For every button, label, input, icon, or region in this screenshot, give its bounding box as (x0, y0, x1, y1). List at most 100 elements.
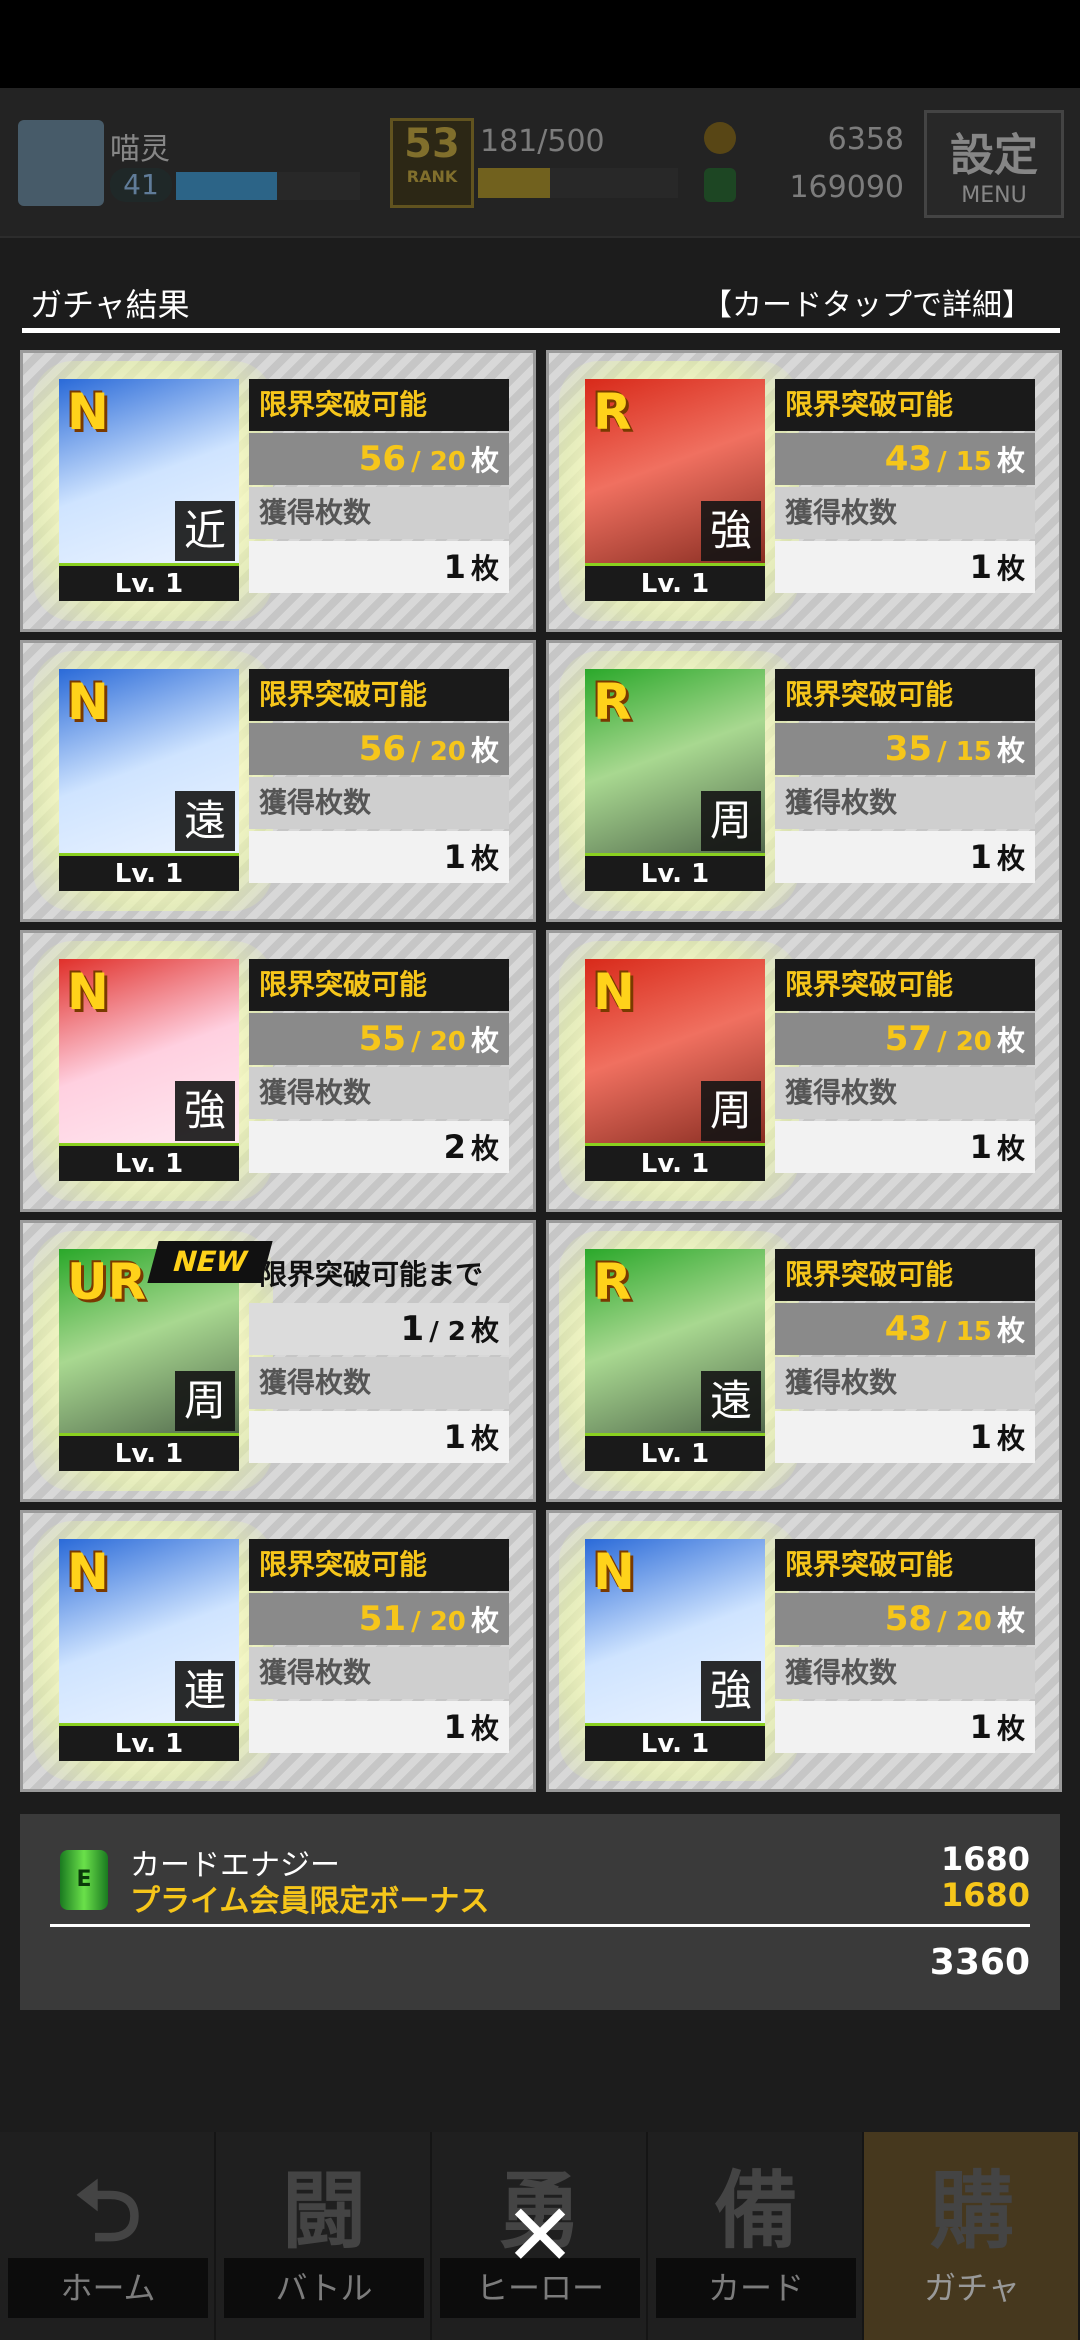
section-divider (22, 328, 1060, 333)
acquired-label: 獲得枚数 (249, 1357, 509, 1409)
count-owned: 51 (358, 1599, 407, 1639)
nav-item[interactable]: 購 ガチャ (864, 2132, 1080, 2340)
result-card[interactable]: R 強 Lv. 1 限界突破可能 43 / 15 枚 獲得枚数 1 枚 (546, 350, 1062, 632)
limit-break-status: 限界突破可能 (775, 379, 1035, 431)
acquired-unit: 枚 (996, 1422, 1025, 1455)
card-level-bar: Lv. 1 (585, 1433, 765, 1471)
card-thumbnail[interactable]: N 強 Lv. 1 (585, 1539, 765, 1761)
energy-icon (704, 168, 736, 202)
acquired-unit: 枚 (470, 1712, 499, 1745)
card-thumbnail[interactable]: N 遠 Lv. 1 (59, 669, 239, 891)
limit-break-count: 43 / 15 枚 (775, 1303, 1035, 1355)
card-thumbnail[interactable]: R 遠 Lv. 1 (585, 1249, 765, 1471)
rarity-label: N (67, 383, 109, 441)
result-card[interactable]: R 遠 Lv. 1 限界突破可能 43 / 15 枚 獲得枚数 1 枚 (546, 1220, 1062, 1502)
card-level-bar: Lv. 1 (59, 1433, 239, 1471)
card-type-label: 遠 (175, 791, 235, 851)
card-type-label: 強 (701, 501, 761, 561)
count-required: / 20 (411, 1607, 466, 1637)
count-required: / 20 (937, 1027, 992, 1057)
nav-item[interactable]: ⮌ ホーム (0, 2132, 216, 2340)
acquired-unit: 枚 (470, 1422, 499, 1455)
nav-item[interactable]: 闘 バトル (216, 2132, 432, 2340)
result-card[interactable]: N 強 Lv. 1 限界突破可能 58 / 20 枚 獲得枚数 1 枚 (546, 1510, 1062, 1792)
acquired-unit: 枚 (470, 842, 499, 875)
card-thumbnail[interactable]: N 近 Lv. 1 (59, 379, 239, 601)
card-thumbnail[interactable]: N 周 Lv. 1 (585, 959, 765, 1181)
acquired-count: 1 枚 (775, 1701, 1035, 1753)
exp-bar-fill (176, 172, 278, 200)
acquired-label: 獲得枚数 (249, 487, 509, 539)
rarity-label: UR (67, 1253, 147, 1311)
count-unit: 枚 (996, 444, 1025, 477)
result-card[interactable]: R 周 Lv. 1 限界突破可能 35 / 15 枚 獲得枚数 1 枚 (546, 640, 1062, 922)
summary-divider (50, 1924, 1030, 1927)
result-card[interactable]: N 近 Lv. 1 限界突破可能 56 / 20 枚 獲得枚数 1 枚 (20, 350, 536, 632)
acquired-label: 獲得枚数 (775, 1647, 1035, 1699)
acquired-value: 2 (443, 1128, 466, 1166)
count-owned: 58 (884, 1599, 933, 1639)
rank-label: RANK (406, 167, 458, 186)
acquired-label: 獲得枚数 (249, 1647, 509, 1699)
stamina-bar-fill (478, 168, 550, 198)
nav-label: ホーム (8, 2258, 208, 2318)
result-card[interactable]: N 強 Lv. 1 限界突破可能 55 / 20 枚 獲得枚数 2 枚 (20, 930, 536, 1212)
energy-count: 169090 (789, 170, 904, 205)
count-unit: 枚 (470, 1024, 499, 1057)
limit-break-count: 56 / 20 枚 (249, 433, 509, 485)
rarity-label: N (67, 963, 109, 1021)
energy-summary: E カードエナジー プライム会員限定ボーナス 1680 1680 3360 (20, 1814, 1060, 2010)
limit-break-status: 限界突破可能 (775, 669, 1035, 721)
limit-break-status: 限界突破可能 (249, 379, 509, 431)
settings-menu-button[interactable]: 設定 MENU (924, 110, 1064, 218)
acquired-count: 1 枚 (775, 1411, 1035, 1463)
result-card[interactable]: UR 周 Lv. 1 NEW 限界突破可能まで 1 / 2 枚 獲得枚数 1 枚 (20, 1220, 536, 1502)
rarity-label: N (67, 1543, 109, 1601)
count-owned: 56 (358, 729, 407, 769)
nav-label: カード (656, 2258, 856, 2318)
acquired-unit: 枚 (470, 1132, 499, 1165)
rarity-label: R (593, 383, 632, 441)
count-unit: 枚 (470, 1604, 499, 1637)
count-unit: 枚 (470, 734, 499, 767)
stamina-text: 181/500 (480, 124, 605, 159)
count-required: / 15 (937, 737, 992, 767)
menu-small-label: MENU (961, 183, 1027, 208)
count-required: / 20 (411, 1027, 466, 1057)
count-owned: 35 (884, 729, 933, 769)
status-bar (0, 0, 1080, 88)
nav-label: ガチャ (924, 2269, 1020, 2307)
result-card[interactable]: N 遠 Lv. 1 限界突破可能 56 / 20 枚 獲得枚数 1 枚 (20, 640, 536, 922)
limit-break-count: 51 / 20 枚 (249, 1593, 509, 1645)
coin-count: 6358 (827, 122, 904, 157)
card-type-label: 近 (175, 501, 235, 561)
close-button[interactable]: ✕ (500, 2193, 580, 2279)
acquired-value: 1 (969, 838, 992, 876)
limit-break-status: 限界突破可能 (249, 959, 509, 1011)
count-required: / 20 (937, 1607, 992, 1637)
card-thumbnail[interactable]: R 強 Lv. 1 (585, 379, 765, 601)
card-type-label: 連 (175, 1661, 235, 1721)
card-thumbnail[interactable]: N 強 Lv. 1 (59, 959, 239, 1181)
acquired-label: 獲得枚数 (775, 777, 1035, 829)
acquired-value: 1 (443, 548, 466, 586)
rarity-label: N (593, 963, 635, 1021)
player-avatar[interactable] (18, 120, 104, 206)
count-owned: 55 (358, 1019, 407, 1059)
card-level-bar: Lv. 1 (59, 853, 239, 891)
acquired-count: 1 枚 (775, 1121, 1035, 1173)
card-type-label: 周 (175, 1371, 235, 1431)
limit-break-count: 57 / 20 枚 (775, 1013, 1035, 1065)
exp-bar (176, 172, 360, 200)
limit-break-status: 限界突破可能まで (259, 1258, 484, 1291)
card-energy-value: 1680 (940, 1840, 1030, 1878)
limit-break-status: 限界突破可能 (249, 669, 509, 721)
result-card[interactable]: N 周 Lv. 1 限界突破可能 57 / 20 枚 獲得枚数 1 枚 (546, 930, 1062, 1212)
count-owned: 1 (400, 1309, 425, 1349)
result-card[interactable]: N 連 Lv. 1 限界突破可能 51 / 20 枚 獲得枚数 1 枚 (20, 1510, 536, 1792)
card-thumbnail[interactable]: R 周 Lv. 1 (585, 669, 765, 891)
count-owned: 43 (884, 1309, 933, 1349)
nav-item[interactable]: 備 カード (648, 2132, 864, 2340)
card-thumbnail[interactable]: N 連 Lv. 1 (59, 1539, 239, 1761)
card-type-label: 周 (701, 791, 761, 851)
